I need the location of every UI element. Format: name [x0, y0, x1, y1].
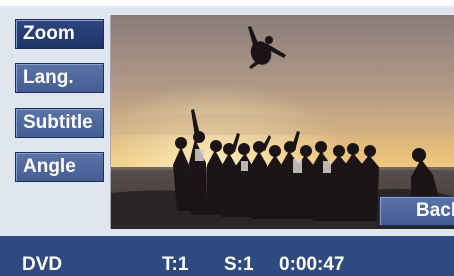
subtitle-button[interactable]: Subtitle — [15, 108, 104, 138]
source-label: DVD — [22, 254, 63, 275]
playback-time: 0:00:47 — [279, 254, 345, 275]
title-number: T:1 — [162, 254, 189, 275]
status-bar: DVD T:1 S:1 0:00:47 — [0, 236, 454, 276]
scene-number: S:1 — [224, 254, 254, 275]
back-button[interactable]: Back — [379, 196, 454, 226]
zoom-button[interactable]: Zoom — [15, 19, 104, 49]
angle-button[interactable]: Angle — [15, 152, 104, 182]
language-button[interactable]: Lang. — [15, 63, 104, 93]
